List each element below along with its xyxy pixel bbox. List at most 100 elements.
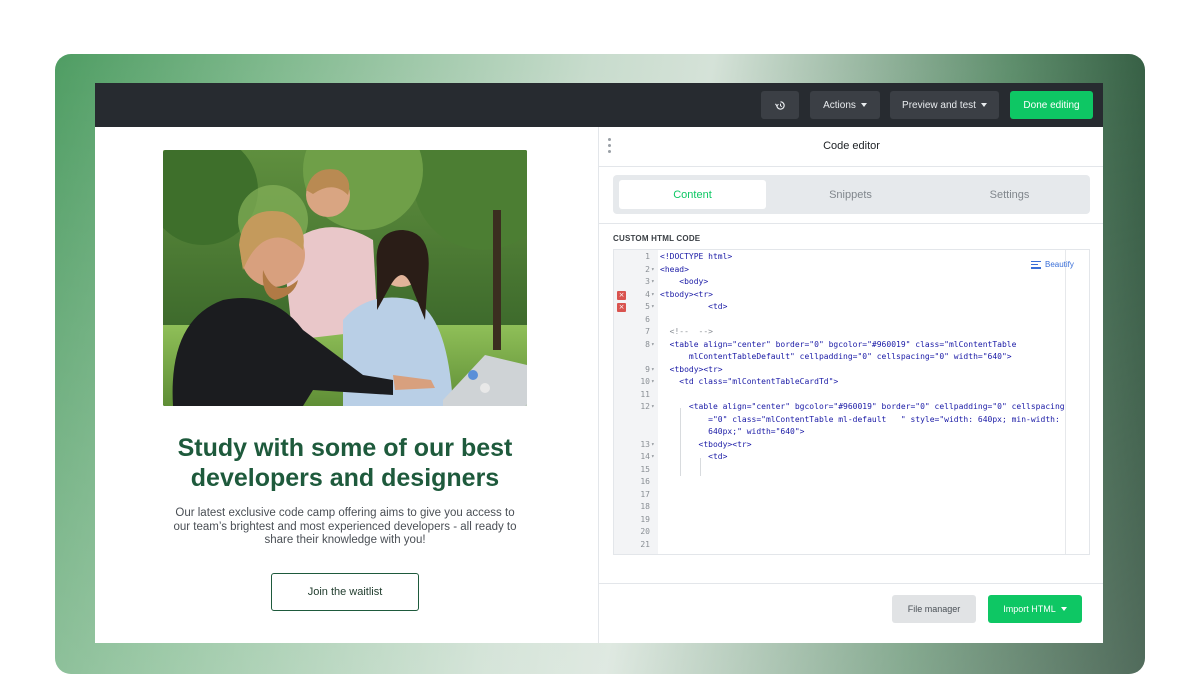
code-text: <tbody><tr> — [660, 364, 723, 374]
line-number: 12 — [640, 402, 650, 411]
code-line: 18 — [614, 501, 1065, 514]
fold-toggle-icon[interactable]: ▾ — [651, 264, 655, 277]
line-number: 7 — [645, 327, 650, 336]
tab-content[interactable]: Content — [619, 180, 766, 209]
preview-label: Preview and test — [902, 99, 976, 111]
code-line: 1 <!DOCTYPE html> — [614, 251, 1065, 264]
code-line: mlContentTableDefault" cellpadding="0" c… — [614, 351, 1065, 364]
code-line: × 4 ▾ <tbody><tr> — [614, 289, 1065, 302]
code-line: 12 ▾ <table align="center" bgcolor="#9600… — [614, 401, 1065, 414]
tab-settings[interactable]: Settings — [936, 180, 1083, 209]
line-number: 19 — [640, 514, 650, 524]
code-text: <tbody><tr> — [660, 289, 713, 299]
actions-label: Actions — [823, 99, 856, 111]
fold-toggle-icon[interactable]: ▾ — [651, 439, 655, 452]
error-marker-icon[interactable]: × — [617, 290, 626, 300]
code-line: 6 — [614, 314, 1065, 327]
editor-scrollbar-track[interactable] — [1065, 250, 1066, 554]
fold-toggle-icon[interactable]: ▾ — [651, 451, 655, 464]
actions-dropdown[interactable]: Actions — [810, 91, 880, 119]
line-number: 20 — [640, 527, 650, 536]
body-line-1: Our latest exclusive code camp offering … — [175, 507, 515, 519]
code-line: 7 <!-- --> — [614, 326, 1065, 339]
file-manager-button[interactable]: File manager — [892, 595, 976, 623]
code-text: <body> — [660, 277, 709, 286]
chevron-down-icon — [1060, 607, 1067, 611]
fold-toggle-icon[interactable]: ▾ — [651, 364, 655, 377]
body-line-2: our team’s brightest and most experience… — [173, 520, 517, 533]
code-line: 17 — [614, 489, 1065, 502]
code-text: ="0" class="mlContentTable ml-default " … — [660, 414, 1060, 424]
code-text: 640px;" width="640"> — [660, 427, 805, 436]
line-number: 16 — [640, 477, 650, 486]
code-text: <tbody><tr> — [660, 439, 752, 449]
code-line: 13 ▾ <tbody><tr> — [614, 439, 1065, 452]
join-waitlist-button[interactable]: Join the waitlist — [271, 573, 419, 611]
code-line: 640px;" width="640"> — [614, 426, 1065, 439]
line-number: 21 — [640, 539, 650, 549]
chevron-down-icon — [860, 103, 867, 107]
code-text: <!DOCTYPE html> — [660, 252, 733, 261]
headline-line-2: developers and designers — [190, 464, 500, 492]
fold-toggle-icon[interactable]: ▾ — [651, 301, 655, 314]
top-toolbar: Actions Preview and test Done editing — [95, 83, 1103, 127]
code-text: <td> — [660, 302, 728, 311]
code-text: <table align="center" bgcolor="#960019" … — [660, 402, 1065, 411]
fold-toggle-icon[interactable]: ▾ — [651, 401, 655, 414]
code-text: <td> — [660, 452, 728, 461]
photo-three-people-laptop-icon — [163, 150, 527, 406]
line-number: 5 — [645, 302, 650, 311]
preview-test-dropdown[interactable]: Preview and test — [890, 91, 999, 119]
code-line: 3 ▾ <body> — [614, 276, 1065, 289]
line-number: 6 — [645, 314, 650, 324]
fold-toggle-icon[interactable]: ▾ — [651, 376, 655, 389]
code-line: 15 — [614, 464, 1065, 477]
line-number: 8 — [645, 339, 650, 349]
code-line: 9 ▾ <tbody><tr> — [614, 364, 1065, 377]
line-number: 3 — [645, 277, 650, 286]
code-line: × 5 ▾ <td> — [614, 301, 1065, 314]
code-line: 11 — [614, 389, 1065, 402]
line-number: 13 — [640, 439, 650, 449]
body-line-3: share their knowledge with you! — [264, 534, 426, 546]
headline-line-1: Study with some of our best — [177, 434, 513, 462]
line-number: 18 — [640, 502, 650, 511]
code-text: <head> — [660, 264, 689, 274]
code-text: <td class="mlContentTableCardTd"> — [660, 377, 839, 386]
fold-toggle-icon[interactable]: ▾ — [651, 289, 655, 302]
panel-title: Code editor — [823, 140, 880, 152]
import-html-label: Import HTML — [1003, 604, 1056, 614]
fold-toggle-icon[interactable]: ▾ — [651, 339, 655, 352]
custom-html-code-label: CUSTOM HTML CODE — [613, 234, 701, 243]
fold-toggle-icon[interactable]: ▾ — [651, 276, 655, 289]
line-number: 17 — [640, 489, 650, 499]
import-html-dropdown[interactable]: Import HTML — [988, 595, 1082, 623]
code-line: 20 — [614, 526, 1065, 539]
tab-snippets[interactable]: Snippets — [777, 180, 924, 209]
chevron-down-icon — [980, 103, 987, 107]
code-line: 10 ▾ <td class="mlContentTableCardTd"> — [614, 376, 1065, 389]
code-line: 14 ▾ <td> — [614, 451, 1065, 464]
done-editing-button[interactable]: Done editing — [1010, 91, 1093, 119]
code-line: 8 ▾ <table align="center" border="0" bgco… — [614, 339, 1065, 352]
code-editor-panel: Code editor Content Snippets Settings CU… — [598, 127, 1103, 643]
editor-window: Actions Preview and test Done editing St… — [95, 83, 1103, 643]
line-number: 14 — [640, 452, 650, 461]
html-code-editor[interactable]: Beautify 1 <!DOCTYPE html> 2 ▾ <head> 3 ▾ <bod… — [613, 249, 1090, 555]
code-text: mlContentTableDefault" cellpadding="0" c… — [660, 352, 1012, 361]
line-number: 11 — [640, 389, 650, 399]
line-number: 1 — [645, 252, 650, 261]
panel-header: Code editor — [599, 127, 1103, 167]
divider — [599, 223, 1103, 224]
error-marker-icon[interactable]: × — [617, 303, 626, 312]
history-icon — [774, 100, 785, 110]
line-number: 4 — [645, 289, 650, 299]
code-text: <!-- --> — [660, 327, 713, 336]
panel-footer: File manager Import HTML — [599, 583, 1103, 643]
line-number: 9 — [645, 364, 650, 374]
email-headline: Study with some of our best developers a… — [135, 433, 555, 493]
history-button[interactable] — [761, 91, 799, 119]
code-text: <table align="center" border="0" bgcolor… — [660, 339, 1017, 349]
code-line: 19 — [614, 514, 1065, 527]
hero-image — [163, 150, 527, 406]
